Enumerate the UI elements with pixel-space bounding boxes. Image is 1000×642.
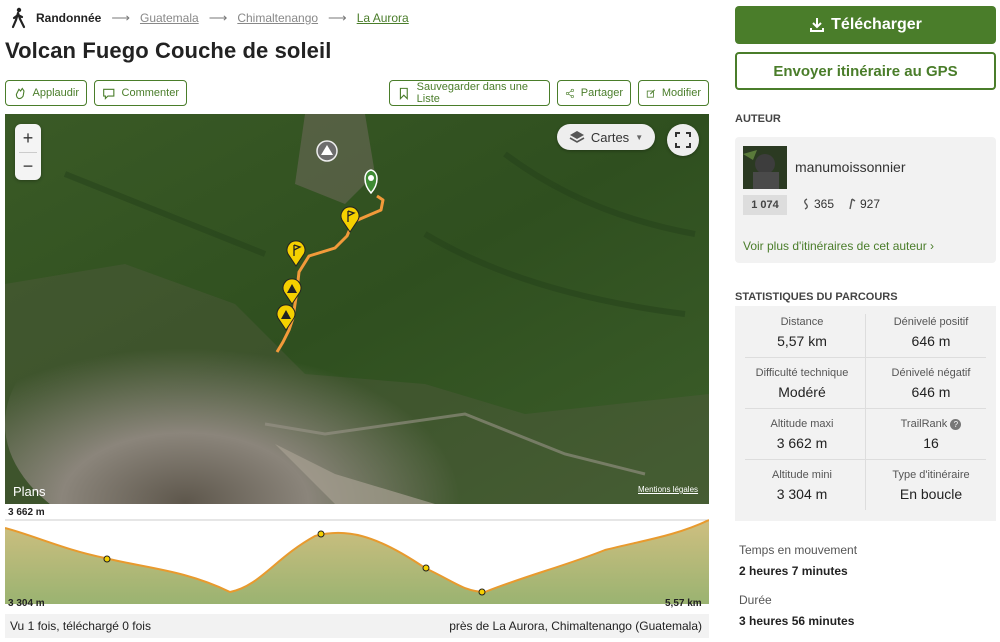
follower-icon [849, 198, 856, 210]
author-followers-count: 927 [847, 197, 880, 211]
comment-icon [103, 88, 115, 100]
bookmark-icon [399, 87, 408, 100]
apple-maps-brand: Plans [13, 484, 46, 499]
breadcrumb-arrow-icon: ⟶ [111, 10, 130, 25]
stat-difficulty: Difficulté technique Modéré [755, 367, 849, 400]
clap-icon [15, 86, 25, 99]
legal-link[interactable]: Mentions légales [638, 485, 698, 494]
elevation-min-label: 3 304 m [8, 598, 45, 609]
zoom-in-button[interactable]: + [15, 124, 41, 152]
map-layers-button[interactable]: Cartes ▼ [557, 124, 655, 150]
breadcrumb-arrow-icon: ⟶ [208, 10, 228, 25]
fullscreen-button[interactable] [667, 124, 699, 156]
breadcrumb-arrow-icon: ⟶ [328, 10, 347, 25]
stat-elevation-gain: Dénivelé positif 646 m [893, 316, 969, 349]
stat-elevation-loss: Dénivelé négatif 646 m [891, 367, 971, 400]
breadcrumb: Randonnée ⟶ Guatemala ⟶ Chimaltenango ⟶ … [10, 7, 409, 29]
fullscreen-icon [675, 132, 691, 148]
location-text: près de La Aurora, Chimaltenango (Guatem… [449, 619, 702, 633]
author-trails-count: 365 [801, 197, 834, 211]
map-view[interactable]: + − Cartes ▼ Plans Mentions légales [5, 114, 709, 504]
trail-icon [804, 198, 808, 210]
help-icon[interactable]: ? [950, 418, 962, 430]
trail-stats: Distance 5,57 km Dénivelé positif 646 m Di… [735, 306, 996, 521]
zoom-out-button[interactable]: − [15, 152, 41, 180]
share-button[interactable]: Partager [557, 80, 631, 106]
download-button[interactable]: Télécharger [735, 6, 996, 44]
stat-altitude-max: Altitude maxi 3 662 m [770, 418, 834, 451]
avatar[interactable] [743, 146, 787, 189]
author-card: manumoissonnier 1 074 365 927 Voir plus … [735, 137, 996, 263]
stat-trailrank: TrailRank ? 16 [866, 408, 996, 459]
send-to-gps-button[interactable]: Envoyer itinéraire au GPS [735, 52, 996, 90]
elevation-profile[interactable] [5, 506, 709, 612]
edit-button[interactable]: Modifier [638, 80, 709, 106]
download-label: Télécharger [831, 16, 922, 33]
share-icon [565, 88, 574, 98]
edit-icon [646, 88, 655, 98]
share-label: Partager [580, 87, 623, 99]
comment-label: Commenter [121, 87, 179, 99]
stats-heading: STATISTIQUES DU PARCOURS [735, 291, 898, 303]
breadcrumb-item-chimaltenango[interactable]: Chimaltenango [237, 11, 318, 25]
layers-icon [569, 131, 585, 143]
breadcrumb-item-guatemala[interactable]: Guatemala [140, 11, 199, 25]
download-icon [810, 18, 825, 32]
caret-down-icon: ▼ [635, 132, 644, 142]
save-list-label: Sauvegarder dans une Liste [416, 81, 528, 105]
stat-distance: Distance 5,57 km [777, 316, 827, 349]
elevation-distance-label: 5,57 km [665, 598, 702, 609]
duration-value: 3 heures 56 minutes [739, 614, 855, 628]
satellite-terrain [5, 114, 709, 504]
duration-label: Durée [739, 593, 772, 607]
breadcrumb-item-la-aurora[interactable]: La Aurora [357, 11, 409, 25]
save-list-button[interactable]: Sauvegarder dans une Liste [389, 80, 550, 106]
applaud-button[interactable]: Applaudir [5, 80, 87, 106]
edit-label: Modifier [661, 87, 701, 99]
moving-time-label: Temps en mouvement [739, 543, 858, 557]
page-title: Volcan Fuego Couche de soleil [5, 38, 332, 63]
author-heading: AUTEUR [735, 113, 781, 125]
author-name[interactable]: manumoissonnier [795, 159, 906, 175]
trail-footer: Vu 1 fois, téléchargé 0 fois près de La … [5, 614, 709, 638]
stat-altitude-min: Altitude mini 3 304 m [772, 469, 832, 502]
elevation-max-label: 3 662 m [8, 507, 45, 518]
applaud-label: Applaudir [32, 87, 79, 99]
moving-time-value: 2 heures 7 minutes [739, 564, 848, 578]
comment-button[interactable]: Commenter [94, 80, 187, 106]
stat-trail-type: Type d'itinéraire En boucle [892, 469, 970, 502]
author-rank-badge: 1 074 [743, 195, 787, 215]
views-text: Vu 1 fois, téléchargé 0 fois [10, 619, 151, 633]
map-layers-label: Cartes [590, 129, 630, 145]
zoom-control: + − [15, 124, 41, 180]
hiker-icon [11, 7, 26, 29]
author-more-link[interactable]: Voir plus d'itinéraires de cet auteur › [743, 239, 934, 253]
breadcrumb-root[interactable]: Randonnée [36, 11, 101, 25]
